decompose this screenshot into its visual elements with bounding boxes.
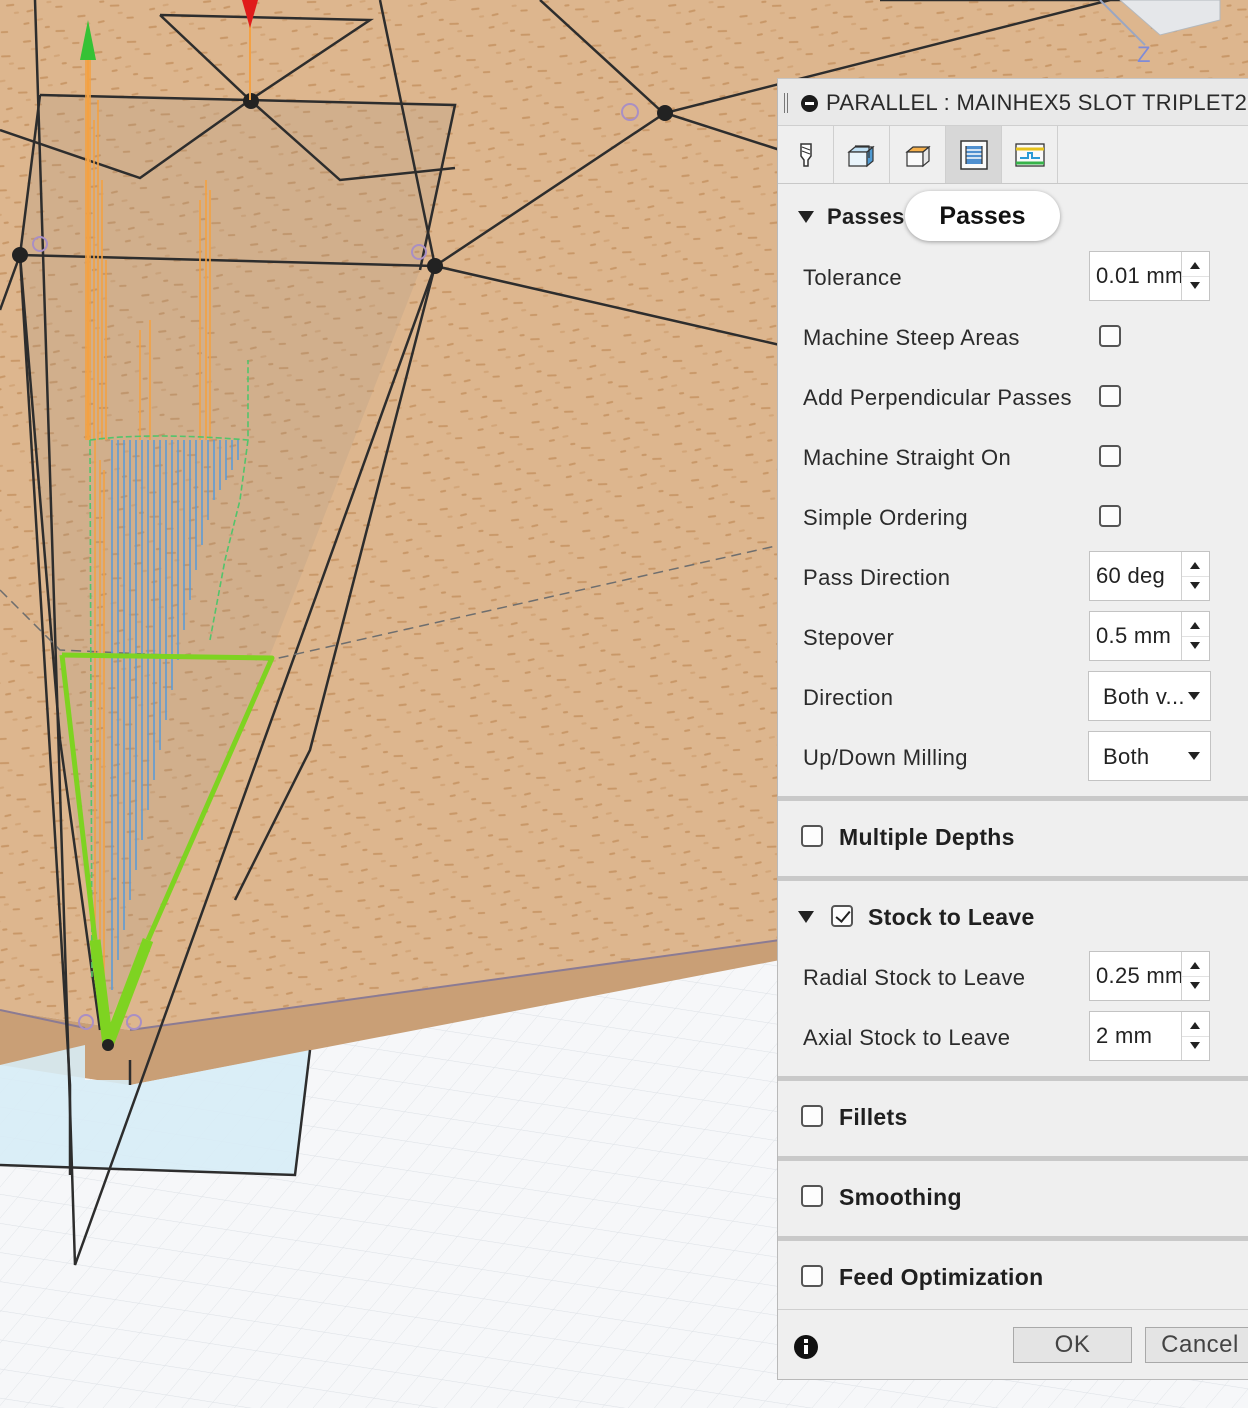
stepover-input[interactable]: 0.5 mm — [1089, 611, 1210, 661]
stepover-label: Stepover — [803, 625, 895, 650]
tab-geometry[interactable] — [834, 126, 890, 183]
stepover-stepper[interactable] — [1181, 612, 1209, 660]
add-perpendicular-passes-checkbox[interactable] — [1099, 385, 1121, 407]
tab-passes[interactable] — [946, 126, 1002, 183]
fillets-checkbox[interactable] — [801, 1105, 823, 1127]
geometry-icon — [846, 144, 875, 167]
stepper-up-icon — [1190, 1022, 1200, 1029]
pass-direction-label: Pass Direction — [803, 565, 951, 590]
stepper-down-icon — [1190, 642, 1200, 649]
cancel-button[interactable]: Cancel — [1145, 1327, 1248, 1363]
pass-direction-input[interactable]: 60 deg — [1089, 551, 1210, 601]
passes-icon — [959, 139, 988, 170]
multiple-depths-checkbox[interactable] — [801, 825, 823, 847]
dropdown-arrow-icon — [1188, 692, 1200, 700]
simple-ordering-label: Simple Ordering — [803, 505, 968, 530]
dialog-tab-bar — [778, 126, 1248, 184]
machine-straight-on-label: Machine Straight On — [803, 445, 1012, 470]
axial-stock-stepper[interactable] — [1181, 1012, 1209, 1060]
direction-label: Direction — [803, 685, 894, 710]
tab-linking[interactable] — [1002, 126, 1058, 183]
pass-direction-stepper[interactable] — [1181, 552, 1209, 600]
simple-ordering-checkbox[interactable] — [1099, 505, 1121, 527]
info-icon[interactable] — [794, 1335, 818, 1359]
stepper-up-icon — [1190, 962, 1200, 969]
dialog-titlebar[interactable]: PARALLEL : MAINHEX5 SLOT TRIPLET2 E — [778, 79, 1248, 126]
tab-tool[interactable] — [778, 126, 834, 183]
passes-tooltip: Passes — [905, 191, 1060, 241]
stepper-up-icon — [1190, 562, 1200, 569]
machine-steep-areas-label: Machine Steep Areas — [803, 325, 1020, 350]
tab-heights[interactable] — [890, 126, 946, 183]
tolerance-input[interactable]: 0.01 mm — [1089, 251, 1210, 301]
feed-optimization-title[interactable]: Feed Optimization — [839, 1264, 1043, 1291]
stepper-down-icon — [1190, 1042, 1200, 1049]
axial-stock-label: Axial Stock to Leave — [803, 1025, 1011, 1050]
smoothing-title[interactable]: Smoothing — [839, 1184, 962, 1211]
add-perpendicular-passes-label: Add Perpendicular Passes — [803, 385, 1072, 410]
dialog-title: PARALLEL : MAINHEX5 SLOT TRIPLET2 E — [826, 90, 1248, 115]
axis-z-label: Z — [1137, 42, 1150, 67]
section-divider — [778, 796, 1248, 801]
parallel-dialog: PARALLEL : MAINHEX5 SLOT TRIPLET2 E Pass… — [777, 78, 1248, 1380]
drag-grip-icon[interactable] — [784, 93, 788, 113]
heights-icon — [904, 145, 931, 167]
stepper-up-icon — [1190, 262, 1200, 269]
linking-icon — [1014, 142, 1045, 167]
machine-straight-on-checkbox[interactable] — [1099, 445, 1121, 467]
tool-icon — [799, 142, 812, 167]
machine-steep-areas-checkbox[interactable] — [1099, 325, 1121, 347]
radial-stock-stepper[interactable] — [1181, 952, 1209, 1000]
dropdown-arrow-icon — [1188, 752, 1200, 760]
tolerance-label: Tolerance — [803, 265, 902, 290]
stock-to-leave-title[interactable]: Stock to Leave — [868, 904, 1035, 931]
section-divider — [778, 1156, 1248, 1161]
passes-collapse-icon[interactable] — [798, 211, 814, 223]
dialog-footer: OK Cancel — [778, 1309, 1248, 1379]
fillets-title[interactable]: Fillets — [839, 1104, 908, 1131]
section-divider — [778, 1236, 1248, 1241]
direction-select[interactable]: Both v... — [1088, 671, 1211, 721]
stepper-down-icon — [1190, 282, 1200, 289]
stepper-down-icon — [1190, 582, 1200, 589]
section-divider — [778, 876, 1248, 881]
multiple-depths-title[interactable]: Multiple Depths — [839, 824, 1015, 851]
passes-section-title[interactable]: Passes — [827, 204, 905, 230]
feed-optimization-checkbox[interactable] — [801, 1265, 823, 1287]
ok-button[interactable]: OK — [1013, 1327, 1132, 1363]
smoothing-checkbox[interactable] — [801, 1185, 823, 1207]
stock-to-leave-checkbox[interactable] — [831, 905, 853, 927]
tolerance-stepper[interactable] — [1181, 252, 1209, 300]
axial-stock-input[interactable]: 2 mm — [1089, 1011, 1210, 1061]
stepper-down-icon — [1190, 982, 1200, 989]
stepper-up-icon — [1190, 622, 1200, 629]
collapse-circle-icon[interactable] — [801, 95, 818, 112]
stock-to-leave-collapse-icon[interactable] — [798, 911, 814, 923]
radial-stock-label: Radial Stock to Leave — [803, 965, 1026, 990]
up-down-milling-select[interactable]: Both — [1088, 731, 1211, 781]
radial-stock-input[interactable]: 0.25 mm — [1089, 951, 1210, 1001]
section-divider — [778, 1076, 1248, 1081]
up-down-milling-label: Up/Down Milling — [803, 745, 968, 770]
